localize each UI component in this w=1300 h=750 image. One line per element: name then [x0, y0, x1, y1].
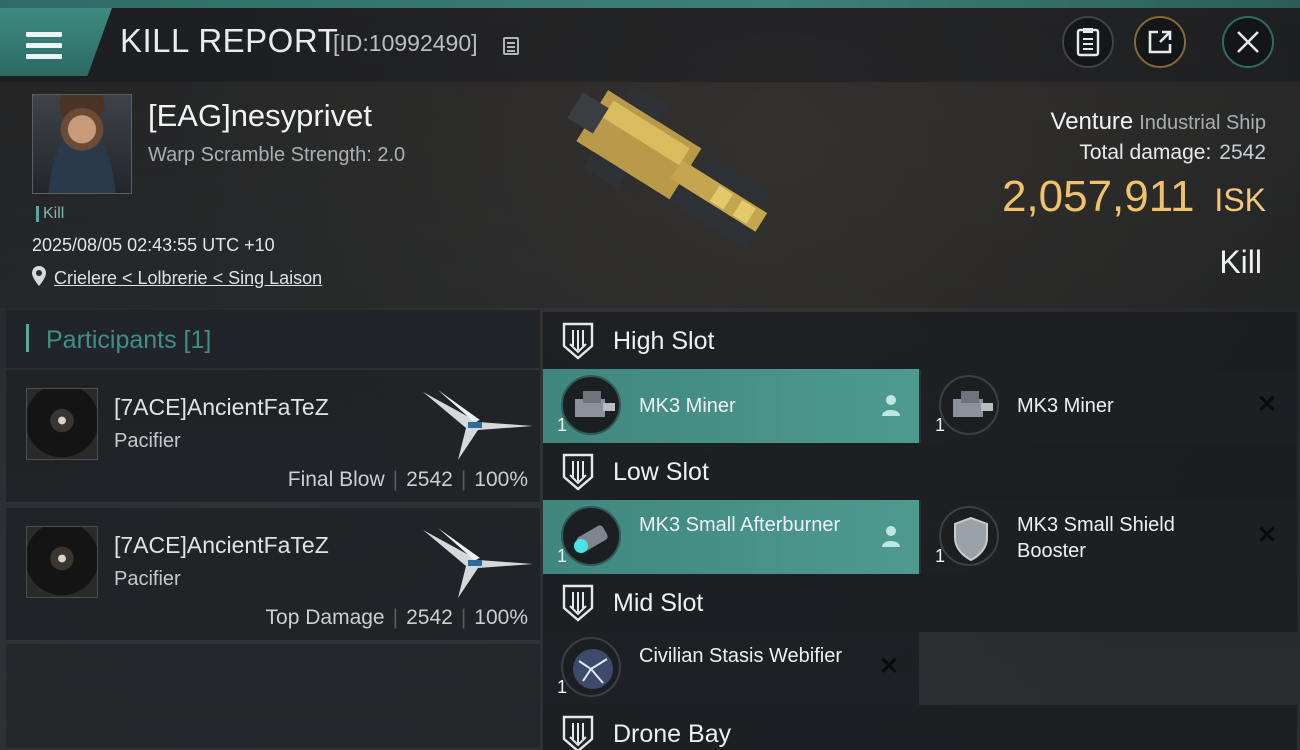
kill-report-screen: KILL REPORT [ID:10992490] [EAG]nesyprive… — [0, 0, 1300, 750]
high-slot-header: High Slot — [543, 312, 1297, 370]
close-button[interactable] — [1222, 16, 1274, 68]
export-button[interactable] — [1134, 16, 1186, 68]
module-qty: 1 — [935, 415, 946, 435]
participant-stats: Final Blow | 2542 | 100% — [287, 468, 528, 491]
isk-amount: 2,057,911 — [1001, 172, 1195, 221]
map-pin-icon — [32, 266, 46, 286]
warp-scramble-strength: Warp Scramble Strength: 2.0 — [148, 144, 406, 166]
location-link[interactable]: Crielere < Lolbrerie < Sing Laison — [54, 268, 322, 289]
page-title: KILL REPORT — [120, 22, 339, 59]
victim-ship-image — [567, 88, 770, 249]
stasis-webifier-icon — [561, 637, 621, 697]
isk-value: 2,057,911 ISK — [1002, 172, 1266, 222]
close-icon — [1237, 31, 1259, 53]
participant-name: [7ACE]AncientFaTeZ — [114, 394, 329, 420]
participant-percent: 100% — [474, 468, 528, 491]
low-slot-header: Low Slot — [543, 443, 1297, 501]
drone-bay-header: Drone Bay — [543, 705, 1297, 750]
module-name: MK3 Miner — [639, 395, 736, 417]
module-item[interactable]: 1 MK3 Miner — [543, 369, 919, 443]
module-item[interactable]: 1 Civilian Stasis Webifier ✕ — [543, 631, 919, 705]
module-qty: 1 — [557, 546, 568, 566]
module-item[interactable]: 1 MK3 Miner ✕ — [921, 369, 1297, 443]
participants-header: Participants [1] — [6, 310, 540, 368]
top-accent-line — [0, 0, 1300, 8]
miner-icon — [939, 375, 999, 435]
high-slot-title: High Slot — [613, 327, 715, 355]
ship-name-text: Venture — [1050, 108, 1134, 135]
miner-icon — [561, 375, 621, 435]
participants-accent-bar — [26, 324, 29, 352]
participant-ship-image — [423, 390, 533, 460]
participant-damage: 2542 — [406, 468, 453, 491]
module-name: MK3 Small Afterburner — [639, 514, 841, 536]
participants-title: Participants [1] — [46, 326, 212, 354]
module-qty: 1 — [557, 677, 568, 697]
participant-name: [7ACE]AncientFaTeZ — [114, 532, 329, 558]
x-icon: ✕ — [1257, 522, 1278, 549]
clipboard-icon — [1076, 28, 1100, 57]
module-name: MK3 Small Shield Booster — [1017, 514, 1175, 562]
participant-card[interactable]: [7ACE]AncientFaTeZ Pacifier Final Blow | 2… — [6, 370, 540, 504]
participants-empty-area — [6, 644, 540, 748]
low-slot-title: Low Slot — [613, 458, 709, 486]
participant-ship: Pacifier — [114, 430, 181, 452]
module-name: MK3 Miner — [1017, 395, 1114, 417]
participant-role: Final Blow — [287, 468, 385, 491]
victim-name[interactable]: [EAG]nesyprivet — [148, 98, 372, 134]
result-label: Kill — [1219, 244, 1262, 280]
drone-bay-title: Drone Bay — [613, 720, 732, 748]
mid-slot-header: Mid Slot — [543, 574, 1297, 632]
module-item[interactable]: 1 MK3 Small Shield Booster ✕ — [921, 500, 1297, 574]
copy-icon[interactable] — [503, 37, 519, 55]
afterburner-icon — [561, 506, 621, 566]
hamburger-icon — [26, 32, 62, 62]
participant-ship-image — [423, 528, 533, 598]
participant-ship: Pacifier — [114, 568, 181, 590]
export-icon — [1148, 30, 1172, 54]
victim-ship-name: Venture Industrial Ship — [1051, 108, 1266, 136]
victim-avatar[interactable] — [32, 94, 132, 194]
kill-tag: Kill — [36, 206, 64, 222]
slot-icon — [562, 715, 594, 750]
participant-card[interactable]: [7ACE]AncientFaTeZ Pacifier Top Damage | 2… — [6, 508, 540, 642]
x-icon: ✕ — [879, 653, 900, 680]
clipboard-button[interactable] — [1062, 16, 1114, 68]
total-damage-value: 2542 — [1219, 141, 1266, 164]
participant-percent: 100% — [474, 606, 528, 629]
ship-class: Industrial Ship — [1139, 112, 1266, 134]
slot-icon — [562, 322, 594, 360]
slot-icon — [562, 584, 594, 622]
total-damage: Total damage: 2542 — [1079, 141, 1266, 165]
shield-booster-icon — [939, 506, 999, 566]
participant-damage: 2542 — [406, 606, 453, 629]
isk-unit: ISK — [1214, 182, 1266, 218]
kill-datetime: 2025/08/05 02:43:55 UTC +10 — [32, 235, 275, 255]
participant-stats: Top Damage | 2542 | 100% — [265, 606, 528, 629]
participant-avatar — [26, 526, 98, 598]
slot-icon — [562, 453, 594, 491]
total-damage-label: Total damage: — [1079, 141, 1212, 164]
person-icon — [882, 526, 900, 547]
module-item[interactable]: 1 MK3 Small Afterburner — [543, 500, 919, 574]
module-name: Civilian Stasis Webifier — [639, 645, 843, 667]
participant-role: Top Damage — [265, 606, 385, 629]
person-icon — [882, 395, 900, 416]
report-id: [ID:10992490] — [333, 30, 478, 56]
module-qty: 1 — [557, 415, 568, 435]
x-icon: ✕ — [1257, 391, 1278, 418]
module-qty: 1 — [935, 546, 946, 566]
participant-avatar — [26, 388, 98, 460]
mid-slot-title: Mid Slot — [613, 589, 704, 617]
